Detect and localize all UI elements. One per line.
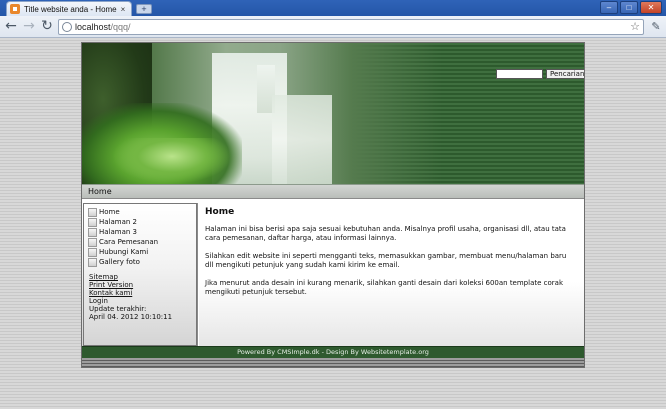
close-window-button[interactable]: ✕ <box>640 1 662 14</box>
url-path: /qqq/ <box>110 22 131 32</box>
waterfall-lower <box>272 95 332 184</box>
back-icon[interactable]: ← <box>3 19 19 35</box>
reload-icon[interactable]: ↻ <box>39 19 55 35</box>
tab-close-icon[interactable]: × <box>118 5 128 14</box>
website-container: Pencarian Home Home Halaman 2 Halaman 3 <box>81 42 585 368</box>
page-icon <box>62 22 72 32</box>
contact-link[interactable]: Kontak kami <box>89 289 172 297</box>
url-text: localhost/qqq/ <box>75 22 131 32</box>
search-button[interactable]: Pencarian <box>546 69 584 79</box>
menu-bullet-icon <box>88 247 97 257</box>
url-host: localhost <box>75 22 111 32</box>
footer-credit: Powered By CMSImple.dk - Design By Websi… <box>237 348 429 356</box>
content-paragraph-2: Silahkan edit website ini seperti mengga… <box>205 252 567 269</box>
star-icon[interactable]: ☆ <box>630 20 640 33</box>
favicon-icon <box>10 4 20 14</box>
site-footer: Powered By CMSImple.dk - Design By Websi… <box>82 346 584 358</box>
browser-toolbar: ← → ↻ localhost/qqq/ ☆ ✎ <box>0 16 666 38</box>
maximize-button[interactable]: □ <box>620 1 638 14</box>
menu-bullet-icon <box>88 217 97 227</box>
sidebar-item-cara-pemesanan[interactable]: Cara Pemesanan <box>88 237 158 247</box>
site-header: Pencarian <box>82 43 584 184</box>
forward-icon[interactable]: → <box>21 19 37 35</box>
sidebar-item-gallery-foto[interactable]: Gallery foto <box>88 257 158 267</box>
sidebar-item-halaman-3[interactable]: Halaman 3 <box>88 227 158 237</box>
sidebar: Home Halaman 2 Halaman 3 Cara Pemesanan … <box>82 203 198 346</box>
wrench-icon[interactable]: ✎ <box>649 19 663 35</box>
new-tab-button[interactable]: + <box>136 4 152 14</box>
sidebar-item-hubungi-kami[interactable]: Hubungi Kami <box>88 247 158 257</box>
tab-title: Title website anda - Home <box>24 4 117 14</box>
breadcrumb: Home <box>88 187 112 196</box>
sidebar-item-label: Halaman 2 <box>99 218 138 226</box>
sidebar-item-label: Cara Pemesanan <box>99 238 159 246</box>
update-label: Update terakhir: <box>89 305 147 313</box>
sitemap-link[interactable]: Sitemap <box>89 273 172 281</box>
login-link[interactable]: Login <box>89 297 172 305</box>
sidebar-item-home[interactable]: Home <box>88 207 158 217</box>
sidebar-links: Sitemap Print Version Kontak kami Login … <box>89 273 172 321</box>
update-date: April 04. 2012 10:10:11 <box>89 313 173 321</box>
fern-highlight <box>112 138 232 184</box>
menu-bullet-icon <box>88 237 97 247</box>
content-paragraph-1: Halaman ini bisa berisi apa saja sesuai … <box>205 225 566 242</box>
main-content: Home Halaman ini bisa berisi apa saja se… <box>199 203 584 346</box>
menu-bullet-icon <box>88 207 97 217</box>
browser-titlebar: Title website anda - Home × + – □ ✕ <box>0 0 666 16</box>
sidebar-menu: Home Halaman 2 Halaman 3 Cara Pemesanan … <box>88 207 158 267</box>
sidebar-item-label: Hubungi Kami <box>99 248 149 256</box>
breadcrumb-bar: Home <box>82 184 584 199</box>
footer-stripes <box>82 358 584 367</box>
sidebar-item-label: Gallery foto <box>99 258 140 266</box>
sidebar-item-label: Halaman 3 <box>99 228 138 236</box>
menu-bullet-icon <box>88 227 97 237</box>
menu-bullet-icon <box>88 257 97 267</box>
sidebar-item-halaman-2[interactable]: Halaman 2 <box>88 217 158 227</box>
address-bar[interactable]: localhost/qqq/ ☆ <box>58 19 644 35</box>
print-version-link[interactable]: Print Version <box>89 281 172 289</box>
content-paragraph-3: Jika menurut anda desain ini kurang mena… <box>205 279 563 296</box>
window-controls: – □ ✕ <box>600 1 662 14</box>
search-form: Pencarian <box>496 69 584 79</box>
browser-tab[interactable]: Title website anda - Home × <box>6 1 132 16</box>
page-title: Home <box>205 207 235 217</box>
search-input[interactable] <box>496 69 543 79</box>
sidebar-item-label: Home <box>99 208 120 216</box>
minimize-button[interactable]: – <box>600 1 618 14</box>
page-viewport: Pencarian Home Home Halaman 2 Halaman 3 <box>0 38 666 409</box>
